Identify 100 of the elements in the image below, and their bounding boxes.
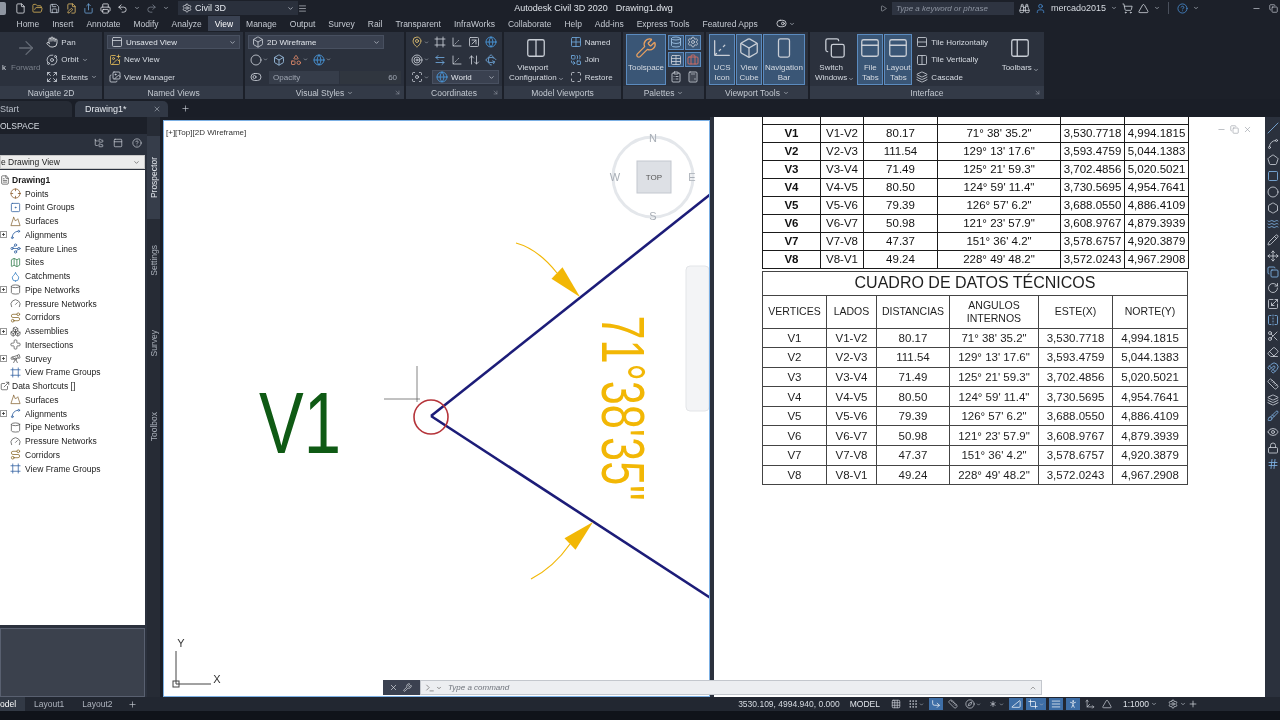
- restore-icon[interactable]: [1269, 3, 1278, 13]
- play-arrow-icon[interactable]: [879, 4, 887, 12]
- images-icon[interactable]: [109, 71, 122, 83]
- tree-item[interactable]: Point Groups: [0, 200, 145, 215]
- undo-icon[interactable]: [117, 2, 128, 14]
- wrench-icon[interactable]: [403, 683, 412, 692]
- telescope-icon[interactable]: [10, 353, 21, 365]
- tree-item[interactable]: Points: [0, 186, 145, 201]
- caret-icon[interactable]: [919, 701, 924, 707]
- dot-grid-icon[interactable]: [908, 699, 918, 709]
- caret-icon[interactable]: [91, 74, 98, 80]
- expand-plus-icon[interactable]: [0, 286, 7, 294]
- tree-item[interactable]: Pipe Networks: [0, 420, 145, 435]
- help-icon[interactable]: [132, 138, 142, 148]
- caret-icon[interactable]: [81, 56, 88, 63]
- redo-icon[interactable]: [146, 2, 157, 14]
- ribbon-tab[interactable]: Home: [10, 16, 46, 31]
- ribbon-button[interactable]: Cascade: [914, 69, 965, 85]
- hexagon-icon[interactable]: [1266, 202, 1279, 214]
- ribbon-tab[interactable]: Add-ins: [588, 16, 631, 31]
- ribbon-large-button[interactable]: File Tabs: [857, 34, 884, 85]
- ribbon-large-button[interactable]: Toolspace: [626, 34, 667, 85]
- expand-arrows-icon[interactable]: [46, 71, 59, 83]
- window-icon[interactable]: [859, 37, 882, 59]
- curve-icon[interactable]: [10, 408, 21, 420]
- tree-item[interactable]: View Frame Groups: [0, 365, 145, 380]
- caret-icon[interactable]: [347, 89, 354, 96]
- diagonal-arrow-icon[interactable]: [394, 89, 402, 96]
- gear-icon[interactable]: [182, 3, 192, 13]
- tree-item[interactable]: Drawing1: [0, 173, 145, 187]
- ribbon-large-button[interactable]: Layout Tabs: [884, 34, 913, 85]
- caret-icon[interactable]: [976, 701, 981, 707]
- shapes-icon[interactable]: [290, 53, 303, 66]
- ribbon-large-button[interactable]: Viewport Configuration: [507, 34, 566, 85]
- caret-icon[interactable]: [1032, 66, 1039, 73]
- pencil-icon[interactable]: [1266, 234, 1279, 246]
- layout-tab[interactable]: Layout1: [25, 697, 74, 711]
- curve-icon[interactable]: [1266, 138, 1279, 150]
- new-layout-plus-icon[interactable]: [127, 699, 137, 709]
- ribbon-large-button[interactable]: Switch Windows: [812, 34, 857, 85]
- file-tab[interactable]: Start: [0, 101, 72, 117]
- dropdown[interactable]: Unsaved View: [107, 35, 241, 49]
- workspace-dropdown[interactable]: Civil 3D: [178, 1, 298, 15]
- ribbon-tab[interactable]: View: [208, 16, 240, 31]
- model-space-button[interactable]: MODEL: [846, 698, 883, 710]
- rows-icon[interactable]: [916, 36, 929, 48]
- ribbon-tab[interactable]: Express Tools: [630, 16, 696, 31]
- scale-icon[interactable]: [1266, 298, 1279, 310]
- caret-icon[interactable]: [163, 5, 169, 11]
- window-icon[interactable]: [111, 36, 124, 48]
- cross-icon[interactable]: [10, 339, 21, 351]
- viewport-label[interactable]: [+][Top][2D Wireframe]: [166, 128, 247, 137]
- open-folder-icon[interactable]: [32, 2, 43, 14]
- caret-icon[interactable]: [424, 57, 430, 62]
- ribbon-large-button[interactable]: Toolbars: [999, 34, 1041, 85]
- magnet-icon[interactable]: [1266, 362, 1279, 374]
- ribbon-button[interactable]: Orbit: [44, 52, 90, 67]
- user-icon[interactable]: [1034, 2, 1046, 14]
- ribbon-large-button[interactable]: View Cube: [736, 34, 763, 85]
- file-tab[interactable]: Drawing1*: [75, 101, 168, 117]
- view-dropdown[interactable]: e Drawing View: [0, 155, 145, 169]
- new-file-icon[interactable]: [15, 2, 26, 14]
- view-cube[interactable]: TOP: [636, 160, 672, 194]
- tree-item[interactable]: Pressure Networks: [0, 296, 145, 311]
- diagonal-arrow-icon[interactable]: [1033, 89, 1041, 96]
- menu-icon[interactable]: [298, 3, 307, 13]
- ribbon-button[interactable]: Tile Horizontally: [914, 34, 990, 50]
- split-window-icon[interactable]: [525, 37, 548, 59]
- route-icon[interactable]: [10, 311, 21, 323]
- caret-icon[interactable]: [134, 5, 140, 11]
- side-tab[interactable]: Prospector: [147, 136, 160, 219]
- share-icon[interactable]: [83, 2, 94, 14]
- square-icon[interactable]: [1266, 170, 1279, 182]
- ribbon-large-button[interactable]: Navigation Bar: [763, 34, 805, 85]
- caret-icon[interactable]: [1193, 5, 1199, 11]
- status-toggle[interactable]: [906, 698, 926, 710]
- mountain-icon[interactable]: [10, 215, 21, 227]
- ribbon-button[interactable]: Restore: [567, 69, 615, 85]
- triangle-icon[interactable]: [1138, 2, 1149, 14]
- frame-icon[interactable]: [10, 463, 21, 475]
- file-pen-icon[interactable]: [66, 2, 77, 14]
- ribbon-tab[interactable]: Transparent: [388, 16, 448, 31]
- window-icon[interactable]: [887, 37, 910, 59]
- crop-icon[interactable]: [1028, 699, 1038, 709]
- boxes-icon[interactable]: [10, 325, 21, 337]
- droplet-icon[interactable]: [10, 270, 21, 282]
- ribbon-large-button[interactable]: k: [0, 34, 8, 85]
- tree-item[interactable]: Catchments: [0, 269, 145, 283]
- tree-item[interactable]: Assemblies: [0, 324, 145, 338]
- ruler-icon[interactable]: [1266, 378, 1279, 390]
- wrench-icon[interactable]: [635, 37, 658, 59]
- tree-item[interactable]: Surfaces: [0, 393, 145, 407]
- ribbon-button[interactable]: Join: [567, 52, 602, 67]
- ribbon-button[interactable]: Extents: [44, 69, 100, 85]
- caret-icon[interactable]: [373, 38, 381, 46]
- help-icon[interactable]: [1177, 2, 1188, 14]
- new-tab-plus-icon[interactable]: [180, 103, 190, 113]
- gauge-icon[interactable]: [10, 435, 21, 447]
- hash-icon[interactable]: [1266, 458, 1279, 470]
- waypoints-icon[interactable]: [10, 243, 21, 255]
